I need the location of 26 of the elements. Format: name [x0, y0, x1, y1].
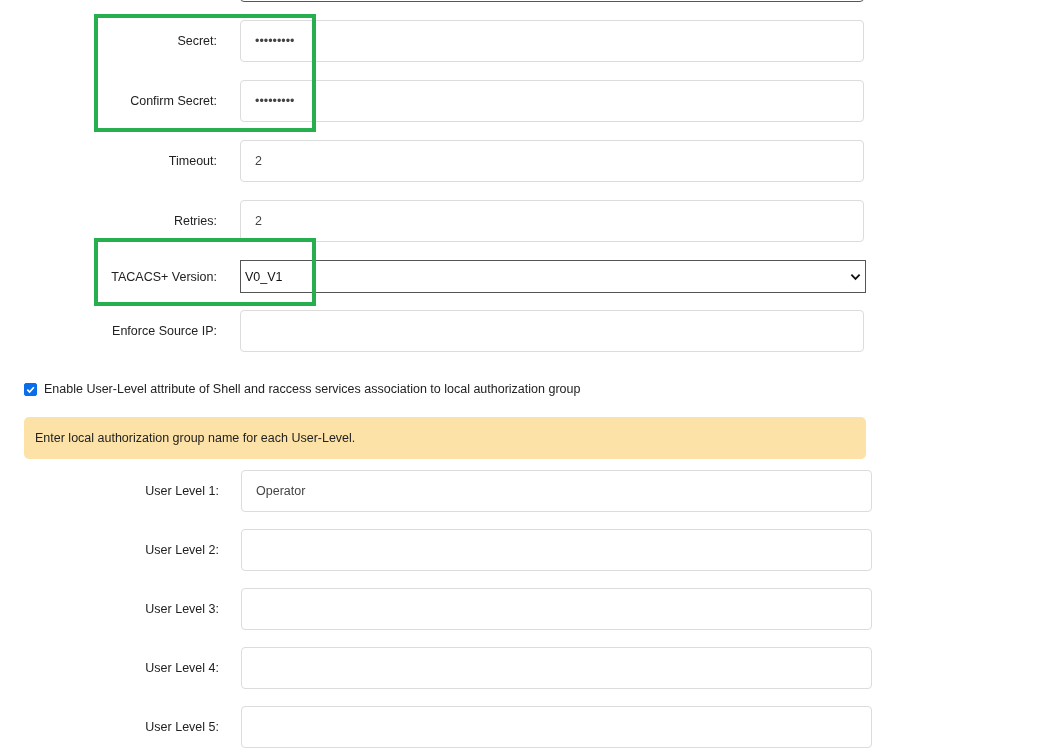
field-label: TACACS+ Version:	[111, 269, 217, 284]
input-field[interactable]: •••••••••	[240, 80, 864, 122]
field-label: Timeout:	[168, 154, 217, 168]
input-field[interactable]	[241, 647, 872, 689]
field-label: Secret:	[177, 34, 217, 48]
chevron-down-icon	[850, 272, 861, 281]
field-label: Retries:	[173, 214, 217, 228]
field-label: Enforce Source IP:	[112, 324, 217, 338]
field-label: User Level 3:	[145, 602, 219, 616]
field-label: User Level 2:	[145, 543, 219, 557]
input-field[interactable]	[241, 706, 872, 748]
input-field[interactable]	[241, 588, 872, 630]
input-field[interactable]: •••••••••	[240, 20, 864, 62]
notice-banner: Enter local authorization group name for each User-Level.	[24, 417, 866, 459]
input-field[interactable]	[241, 529, 872, 571]
input-field[interactable]: 2	[240, 200, 864, 242]
checkbox-label: Enable User-Level attribute of Shell and raccess services association to local authorization group	[44, 382, 581, 396]
field-label: User Level 5:	[145, 720, 219, 734]
field-label: User Level 1:	[145, 484, 219, 498]
field-label: User Level 4:	[145, 661, 219, 675]
input-field[interactable]: Operator	[241, 470, 872, 512]
input-field[interactable]: 2	[240, 140, 864, 182]
checkbox[interactable]	[24, 382, 37, 396]
dropdown[interactable]: V0_V1	[240, 260, 866, 293]
input-field[interactable]	[240, 310, 864, 352]
field-label: Confirm Secret:	[130, 94, 217, 108]
